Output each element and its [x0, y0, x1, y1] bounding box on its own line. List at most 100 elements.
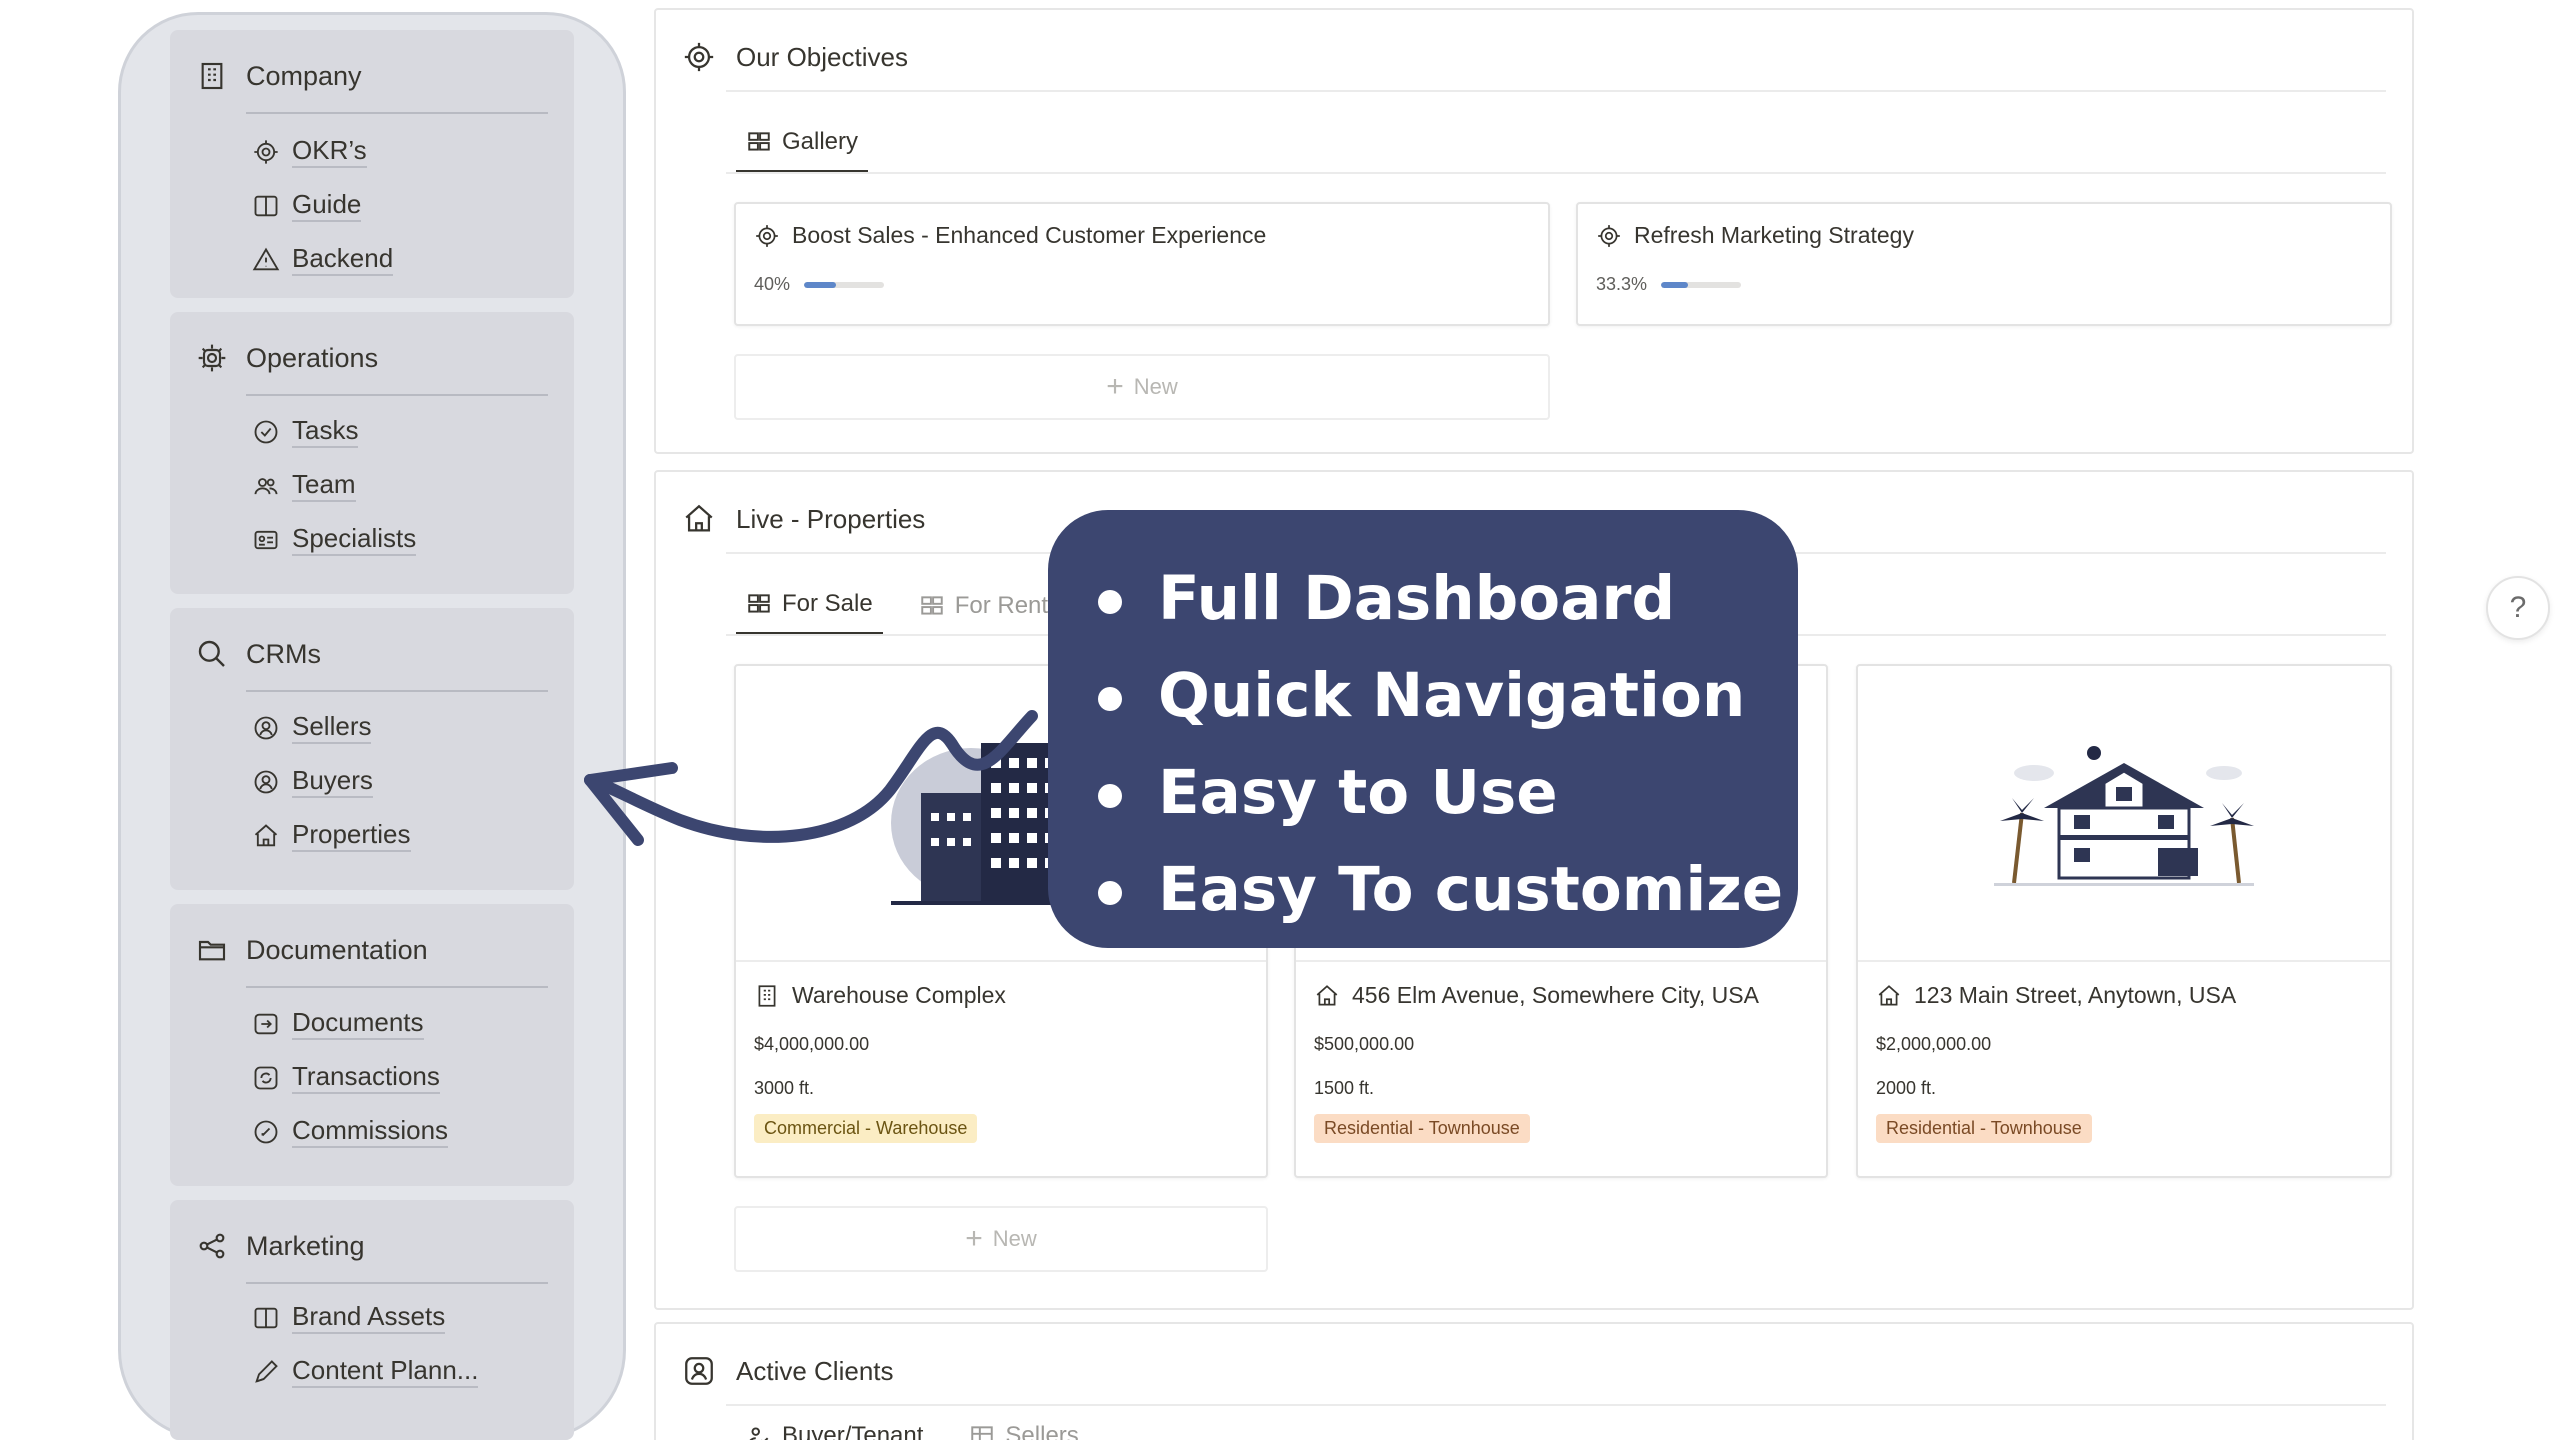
property-image: [1858, 666, 2390, 962]
sidebar-item-backend[interactable]: Backend: [252, 243, 394, 276]
sidebar-item-okrs[interactable]: OKR’s: [252, 135, 367, 168]
view-tabs: For Sale For Rent: [736, 590, 1058, 635]
house-icon: [685, 504, 713, 532]
house-illustration: [1994, 746, 2254, 886]
file-arrow-icon: [254, 1013, 278, 1035]
property-size: 1500 ft.: [1314, 1078, 1375, 1098]
user-circle-icon: [254, 716, 278, 740]
tab-sellers[interactable]: Sellers: [959, 1422, 1088, 1440]
user-circle-icon: [254, 770, 278, 794]
progress-fill: [804, 281, 837, 288]
property-tag: Commercial - Warehouse: [754, 1114, 978, 1143]
property-price: $4,000,000.00: [754, 1034, 870, 1054]
new-label: New: [1133, 374, 1178, 399]
tab-gallery[interactable]: Gallery: [736, 128, 869, 173]
share-icon: [199, 1233, 225, 1259]
curved-arrow-icon: [584, 710, 1038, 846]
target-icon: [684, 42, 714, 72]
divider: [726, 90, 2386, 92]
feature-item: Easy To customize: [1098, 841, 1798, 938]
pencil-icon: [255, 1360, 278, 1383]
sidebar-item-documents[interactable]: Documents: [252, 1007, 424, 1040]
objective-card[interactable]: Boost Sales - Enhanced Customer Experien…: [734, 202, 1550, 326]
property-title: Warehouse Complex: [754, 982, 1006, 1009]
feature-callout: Full Dashboard Quick Navigation Easy to …: [1048, 510, 1798, 948]
sidebar-item-sellers[interactable]: Sellers: [252, 711, 372, 744]
feature-item: Quick Navigation: [1098, 647, 1798, 744]
progress-track: [1661, 281, 1742, 288]
sidebar-item-team[interactable]: Team: [252, 469, 356, 502]
gallery-icon: [748, 594, 770, 613]
sidebar-item-label: Sellers: [292, 711, 372, 744]
sidebar-section-header[interactable]: Marketing: [196, 1230, 365, 1262]
objective-title: Refresh Marketing Strategy: [1596, 222, 1914, 249]
clients-panel: Active Clients Buyer/Tenant Sellers: [654, 1322, 2414, 1440]
tab-label: Buyer/Tenant: [782, 1422, 924, 1440]
sidebar-item-brand-assets[interactable]: Brand Assets: [252, 1301, 446, 1334]
tab-for-sale[interactable]: For Sale: [736, 590, 883, 635]
gear-icon: [198, 344, 226, 372]
sidebar-section-header[interactable]: Documentation: [196, 934, 428, 966]
property-tag: Residential - Townhouse: [1876, 1114, 2092, 1143]
section-label: Marketing: [246, 1230, 365, 1261]
divider: [246, 986, 548, 988]
property-size: 3000 ft.: [754, 1078, 815, 1098]
gallery-icon: [920, 595, 943, 615]
tab-buyer-tenant[interactable]: Buyer/Tenant: [736, 1422, 933, 1440]
book-icon: [254, 1307, 278, 1329]
house-icon: [1316, 984, 1338, 1006]
property-card[interactable]: 123 Main Street, Anytown, USA $2,000,000…: [1856, 664, 2392, 1178]
sidebar-section-header[interactable]: Operations: [196, 342, 378, 374]
house-icon: [1878, 984, 1900, 1006]
users-check-icon: [749, 1427, 769, 1440]
clients-title: Active Clients: [736, 1355, 894, 1386]
progress-label: 40%: [754, 274, 791, 294]
sidebar-item-tasks[interactable]: Tasks: [252, 415, 359, 448]
book-icon: [254, 195, 278, 217]
divider: [246, 1282, 548, 1284]
objectives-title: Our Objectives: [736, 41, 908, 72]
tab-label: For Rent: [954, 591, 1049, 619]
objective-card[interactable]: Refresh Marketing Strategy 33.3%: [1576, 202, 2392, 326]
panel-title: Live - Properties: [682, 502, 925, 536]
section-label: CRMs: [246, 638, 321, 669]
property-title-text: 456 Elm Avenue, Somewhere City, USA: [1352, 982, 1759, 1008]
new-objective-button[interactable]: + New: [734, 354, 1550, 420]
sidebar-item-buyers[interactable]: Buyers: [252, 765, 373, 798]
check-circle-icon: [254, 420, 278, 444]
sidebar-section-operations: Operations Tasks Team Specialists: [170, 312, 574, 594]
sidebar-section-header[interactable]: Company: [196, 60, 362, 92]
tab-label: Sellers: [1005, 1422, 1079, 1440]
sidebar-item-label: Team: [292, 469, 356, 502]
sidebar-item-specialists[interactable]: Specialists: [252, 523, 417, 556]
property-price: $500,000.00: [1314, 1034, 1415, 1054]
sidebar-item-transactions[interactable]: Transactions: [252, 1061, 440, 1094]
divider: [246, 690, 548, 692]
objective-title-text: Refresh Marketing Strategy: [1634, 222, 1914, 248]
tab-for-rent[interactable]: For Rent: [909, 590, 1058, 635]
tab-label: Gallery: [782, 128, 859, 155]
sidebar-item-content-planner[interactable]: Content Plann...: [252, 1355, 479, 1388]
new-label: New: [992, 1226, 1037, 1251]
help-button[interactable]: ?: [2486, 576, 2550, 640]
property-title-text: Warehouse Complex: [792, 982, 1006, 1008]
new-property-button[interactable]: + New: [734, 1206, 1268, 1272]
feature-item: Full Dashboard: [1098, 550, 1798, 647]
sidebar-item-label: Transactions: [292, 1061, 440, 1094]
sidebar-section-documentation: Documentation Documents Transactions Com…: [170, 904, 574, 1186]
progress-label: 33.3%: [1596, 274, 1648, 294]
sidebar-item-label: Specialists: [292, 523, 417, 556]
sidebar-item-commissions[interactable]: Commissions: [252, 1115, 449, 1148]
panel-title: Active Clients: [682, 1354, 894, 1388]
help-label: ?: [2509, 591, 2527, 624]
section-label: Documentation: [246, 934, 428, 965]
sidebar-section-crms: CRMs Sellers Buyers Properties: [170, 608, 574, 890]
sidebar-item-label: Guide: [292, 189, 362, 222]
property-size: 2000 ft.: [1876, 1078, 1937, 1098]
sidebar-item-guide[interactable]: Guide: [252, 189, 362, 222]
properties-title: Live - Properties: [736, 503, 926, 534]
sidebar-item-label: Brand Assets: [292, 1301, 446, 1334]
table-icon: [971, 1426, 994, 1440]
sidebar-section-header[interactable]: CRMs: [196, 638, 321, 670]
sidebar-item-properties[interactable]: Properties: [252, 819, 411, 852]
